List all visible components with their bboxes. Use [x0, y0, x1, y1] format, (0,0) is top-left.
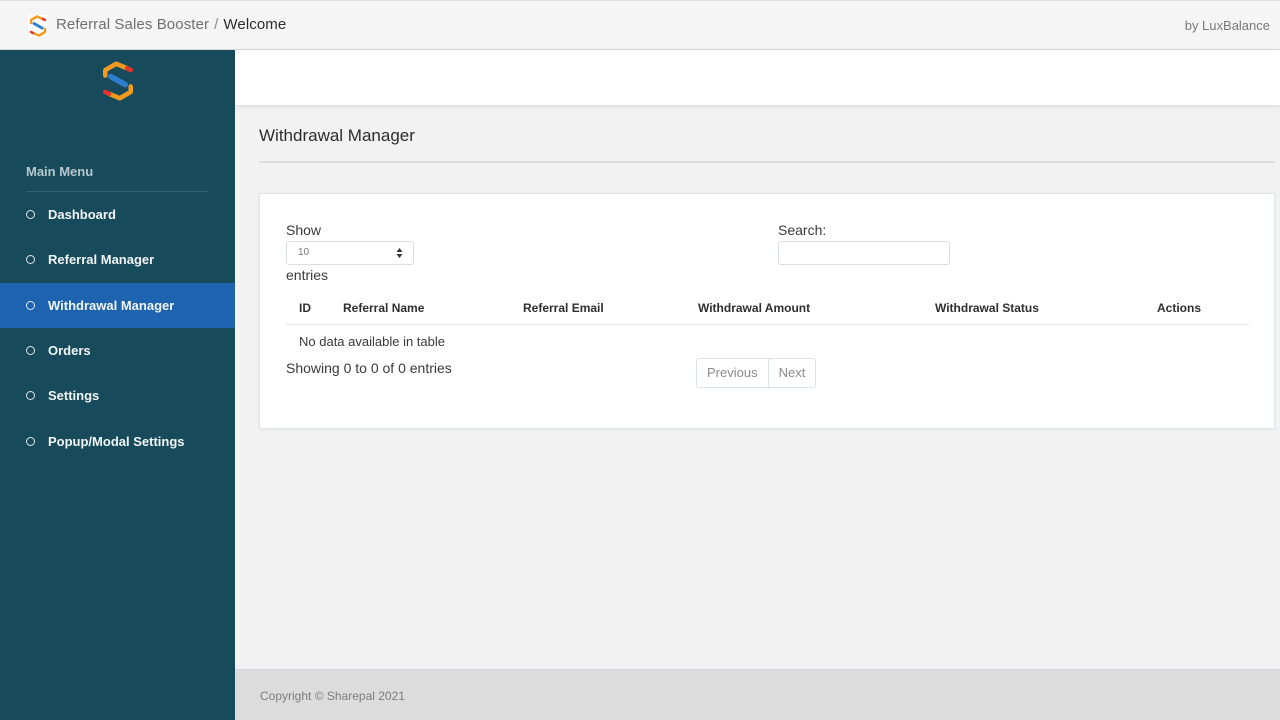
copyright-text: Copyright © Sharepal 2021 [260, 689, 405, 703]
withdrawals-table: ID Referral Name Referral Email Withdraw… [286, 294, 1249, 357]
content-header [235, 50, 1280, 105]
table-header: ID Referral Name Referral Email Withdraw… [286, 294, 1249, 325]
sidebar-item-dashboard[interactable]: Dashboard [0, 192, 235, 237]
sidebar-item-withdrawal-manager[interactable]: Withdrawal Manager [0, 282, 235, 328]
sidebar-item-label: Settings [48, 388, 100, 404]
empty-message: No data available in table [299, 334, 445, 349]
table-info: Showing 0 to 0 of 0 entries [286, 360, 452, 376]
sidebar-item-label: Dashboard [48, 207, 116, 223]
column-header-referral-email[interactable]: Referral Email [523, 301, 604, 315]
sidebar-item-label: Popup/Modal Settings [48, 433, 185, 449]
search-input[interactable] [778, 241, 950, 265]
menu-title: Main Menu [26, 164, 94, 179]
app-logo-icon [28, 15, 48, 37]
breadcrumb-separator: / [214, 16, 219, 33]
previous-button[interactable]: Previous [697, 359, 768, 387]
sidebar-item-popup-modal-settings[interactable]: Popup/Modal Settings [0, 418, 235, 463]
column-header-referral-name[interactable]: Referral Name [343, 301, 424, 315]
page-length-value: 10 [298, 247, 310, 258]
circle-icon [26, 300, 35, 310]
footer: Copyright © Sharepal 2021 [235, 669, 1280, 720]
sidebar-item-orders[interactable]: Orders [0, 328, 235, 373]
circle-icon [26, 210, 35, 220]
table-row-empty: No data available in table [286, 325, 1249, 357]
sidebar: Main Menu Dashboard Referral Manager Wit… [0, 50, 235, 720]
column-header-withdrawal-status[interactable]: Withdrawal Status [935, 301, 1039, 315]
sidebar-item-label: Orders [48, 343, 91, 359]
entries-label: entries [286, 267, 329, 283]
column-header-id[interactable]: ID [299, 301, 311, 315]
main-menu: Dashboard Referral Manager Withdrawal Ma… [0, 192, 235, 464]
sidebar-item-referral-manager[interactable]: Referral Manager [0, 237, 235, 282]
column-header-actions[interactable]: Actions [1157, 301, 1201, 315]
column-header-withdrawal-amount[interactable]: Withdrawal Amount [698, 301, 810, 315]
byline: by LuxBalance [1184, 18, 1270, 33]
show-label: Show [286, 222, 322, 238]
pagination: Previous Next [696, 358, 817, 388]
sidebar-item-label: Withdrawal Manager [48, 297, 175, 313]
circle-icon [26, 346, 35, 356]
next-button[interactable]: Next [767, 359, 816, 387]
page-length-select[interactable]: 10 [286, 241, 414, 265]
breadcrumb-current: Welcome [223, 16, 287, 33]
circle-icon [26, 391, 35, 401]
search-label: Search: [778, 222, 827, 238]
title-divider [259, 161, 1275, 163]
circle-icon [26, 436, 35, 446]
circle-icon [26, 255, 35, 265]
breadcrumb: Referral Sales Booster / Welcome [56, 16, 286, 33]
top-bar: Referral Sales Booster / Welcome by LuxBal… [0, 0, 1280, 50]
sidebar-item-settings[interactable]: Settings [0, 373, 235, 418]
page-title: Withdrawal Manager [259, 126, 415, 145]
withdrawals-card: Show 10 entries Search: ID Referral Name… [259, 193, 1275, 429]
sidebar-logo-icon[interactable] [99, 61, 137, 101]
breadcrumb-app-name[interactable]: Referral Sales Booster [56, 16, 209, 33]
sort-updown-icon [396, 248, 403, 258]
sidebar-item-label: Referral Manager [48, 252, 155, 268]
